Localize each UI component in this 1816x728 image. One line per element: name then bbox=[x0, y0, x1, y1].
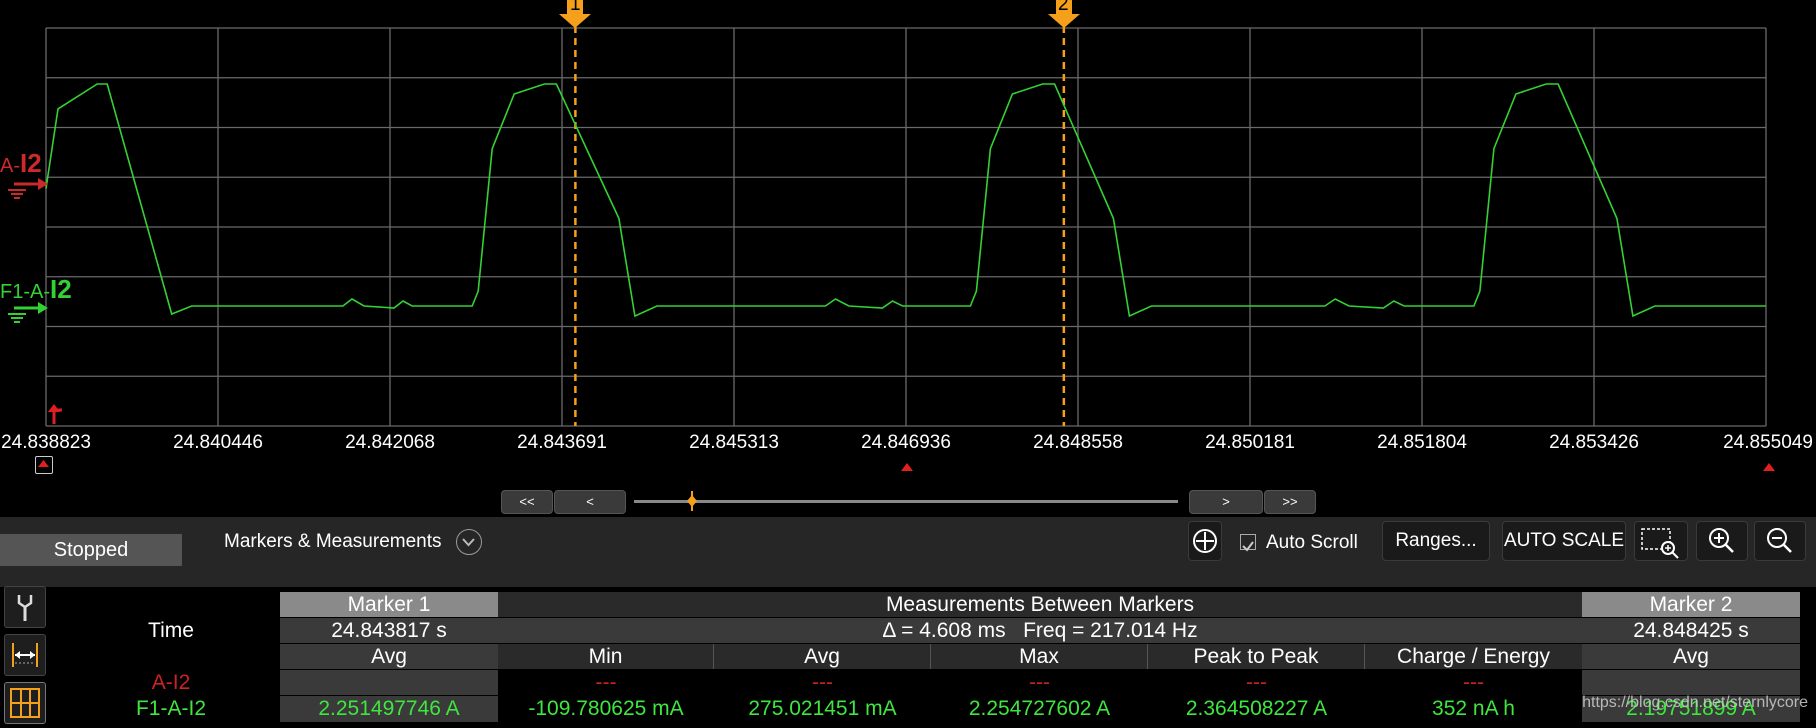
timeline-scroll-track[interactable] bbox=[634, 500, 1178, 503]
zoom-in-icon bbox=[1709, 528, 1734, 553]
x-tick-label: 24.855049 bbox=[1723, 432, 1813, 453]
add-marker-button[interactable] bbox=[1188, 521, 1222, 561]
trigger-arrow-icon[interactable] bbox=[46, 402, 68, 426]
scroll-last-button[interactable]: >> bbox=[1264, 490, 1316, 514]
x-tick-label: 24.845313 bbox=[689, 432, 779, 453]
x-tick-label: 24.848558 bbox=[1033, 432, 1123, 453]
x-tick-label: 24.846936 bbox=[861, 432, 951, 453]
measurements-table: Marker 1 Measurements Between Markers Ma… bbox=[62, 592, 1816, 724]
a-i2-m1-avg bbox=[280, 670, 498, 695]
f1-a-i2-peak-to-peak: 2.364508227 A bbox=[1185, 697, 1328, 720]
f1-a-i2-m1-avg: 2.251497746 A bbox=[280, 696, 498, 722]
row-label-f1-a-i2: F1-A-I2 bbox=[135, 697, 206, 720]
ground-reference-icon[interactable] bbox=[4, 172, 48, 202]
col-header-peak-to-peak: Peak to Peak bbox=[1148, 644, 1365, 669]
checkmark-icon bbox=[1242, 541, 1254, 552]
checkbox-box bbox=[1240, 534, 1256, 552]
f1-a-i2-avg: 275.021451 mA bbox=[748, 697, 897, 720]
row-label-a-i2: A-I2 bbox=[151, 671, 191, 694]
trigger-position-icon[interactable] bbox=[35, 456, 53, 474]
grid-markers-icon bbox=[10, 688, 40, 718]
scroll-first-button[interactable]: << bbox=[501, 490, 553, 514]
marker-2-number: 2 bbox=[1058, 0, 1069, 15]
ranges-button[interactable]: Ranges... bbox=[1382, 521, 1490, 561]
timeline-scroll-thumb[interactable] bbox=[686, 491, 698, 511]
marker-1-header: Marker 1 bbox=[280, 592, 498, 617]
col-header-max: Max bbox=[931, 644, 1148, 669]
col-header-m1-avg: Avg bbox=[280, 644, 498, 669]
settings-tool-button[interactable] bbox=[4, 586, 46, 628]
expand-section-button[interactable] bbox=[456, 529, 482, 555]
red-up-arrow-icon bbox=[901, 463, 913, 471]
scroll-prev-button[interactable]: < bbox=[554, 490, 626, 514]
col-header-charge-energy: Charge / Energy bbox=[1365, 644, 1582, 669]
between-markers-time: Δ = 4.608 ms Freq = 217.014 Hz bbox=[498, 618, 1582, 643]
a-i2-max: --- bbox=[1029, 671, 1050, 694]
wrench-icon bbox=[17, 595, 33, 621]
watermark-text: https://blog.csdn.net/sternlycore bbox=[1582, 694, 1808, 711]
a-i2-charge: --- bbox=[1463, 671, 1484, 694]
zoom-selection-button[interactable] bbox=[1634, 521, 1688, 561]
plot-grid bbox=[45, 27, 1767, 427]
x-tick-label: 24.851804 bbox=[1377, 432, 1467, 453]
crosshair-plus-icon bbox=[1193, 529, 1217, 553]
zoom-box-icon bbox=[1641, 528, 1679, 559]
x-tick-label: 24.838823 bbox=[1, 432, 91, 453]
a-i2-min: --- bbox=[595, 671, 617, 694]
x-tick-label: 24.840446 bbox=[173, 432, 263, 453]
f1-a-i2-charge: 352 nA h bbox=[1432, 697, 1515, 720]
status-badge: Stopped bbox=[0, 534, 182, 566]
x-tick-label: 24.850181 bbox=[1205, 432, 1295, 453]
marker-1-number: 1 bbox=[570, 0, 581, 15]
scroll-next-button[interactable]: > bbox=[1189, 490, 1263, 514]
measure-span-button[interactable] bbox=[4, 634, 46, 676]
markers-measurements-title: Markers & Measurements bbox=[224, 531, 442, 552]
auto-scale-button[interactable]: AUTO SCALE bbox=[1502, 521, 1626, 561]
x-tick-label: 24.853426 bbox=[1549, 432, 1639, 453]
marker-lines bbox=[574, 14, 1066, 426]
between-markers-header: Measurements Between Markers bbox=[498, 592, 1582, 617]
red-up-arrow-icon bbox=[1763, 463, 1775, 471]
zoom-out-button[interactable] bbox=[1754, 521, 1806, 561]
zoom-out-icon bbox=[1767, 528, 1792, 553]
f1-a-i2-max: 2.254727602 A bbox=[968, 697, 1111, 720]
channel-name: I2 bbox=[50, 274, 72, 304]
marker-1-flag[interactable]: 1 bbox=[559, 0, 591, 28]
x-tick-label: 24.843691 bbox=[517, 432, 607, 453]
chevron-down-icon bbox=[462, 538, 475, 547]
up-arrow-icon bbox=[38, 460, 49, 467]
ground-reference-icon[interactable] bbox=[4, 296, 48, 326]
f1-a-i2-min: -109.780625 mA bbox=[528, 697, 684, 720]
auto-scroll-label: Auto Scroll bbox=[1266, 532, 1358, 553]
x-tick-label: 24.842068 bbox=[345, 432, 435, 453]
a-i2-m2-avg bbox=[1582, 670, 1800, 695]
col-header-avg: Avg bbox=[714, 644, 931, 669]
a-i2-peak-to-peak: --- bbox=[1246, 671, 1267, 694]
marker-2-time: 24.848425 s bbox=[1582, 618, 1800, 643]
marker-grid-button[interactable] bbox=[4, 682, 46, 724]
zoom-in-button[interactable] bbox=[1696, 521, 1748, 561]
time-row-label: Time bbox=[148, 619, 194, 642]
marker-1-time: 24.843817 s bbox=[280, 618, 498, 643]
col-header-m2-avg: Avg bbox=[1582, 644, 1800, 669]
col-header-min: Min bbox=[498, 644, 714, 669]
waveform-plot[interactable] bbox=[0, 0, 1816, 470]
marker-2-flag[interactable]: 2 bbox=[1048, 0, 1080, 28]
a-i2-avg: --- bbox=[812, 671, 833, 694]
span-arrows-icon bbox=[12, 643, 38, 667]
marker-2-header: Marker 2 bbox=[1582, 592, 1800, 617]
